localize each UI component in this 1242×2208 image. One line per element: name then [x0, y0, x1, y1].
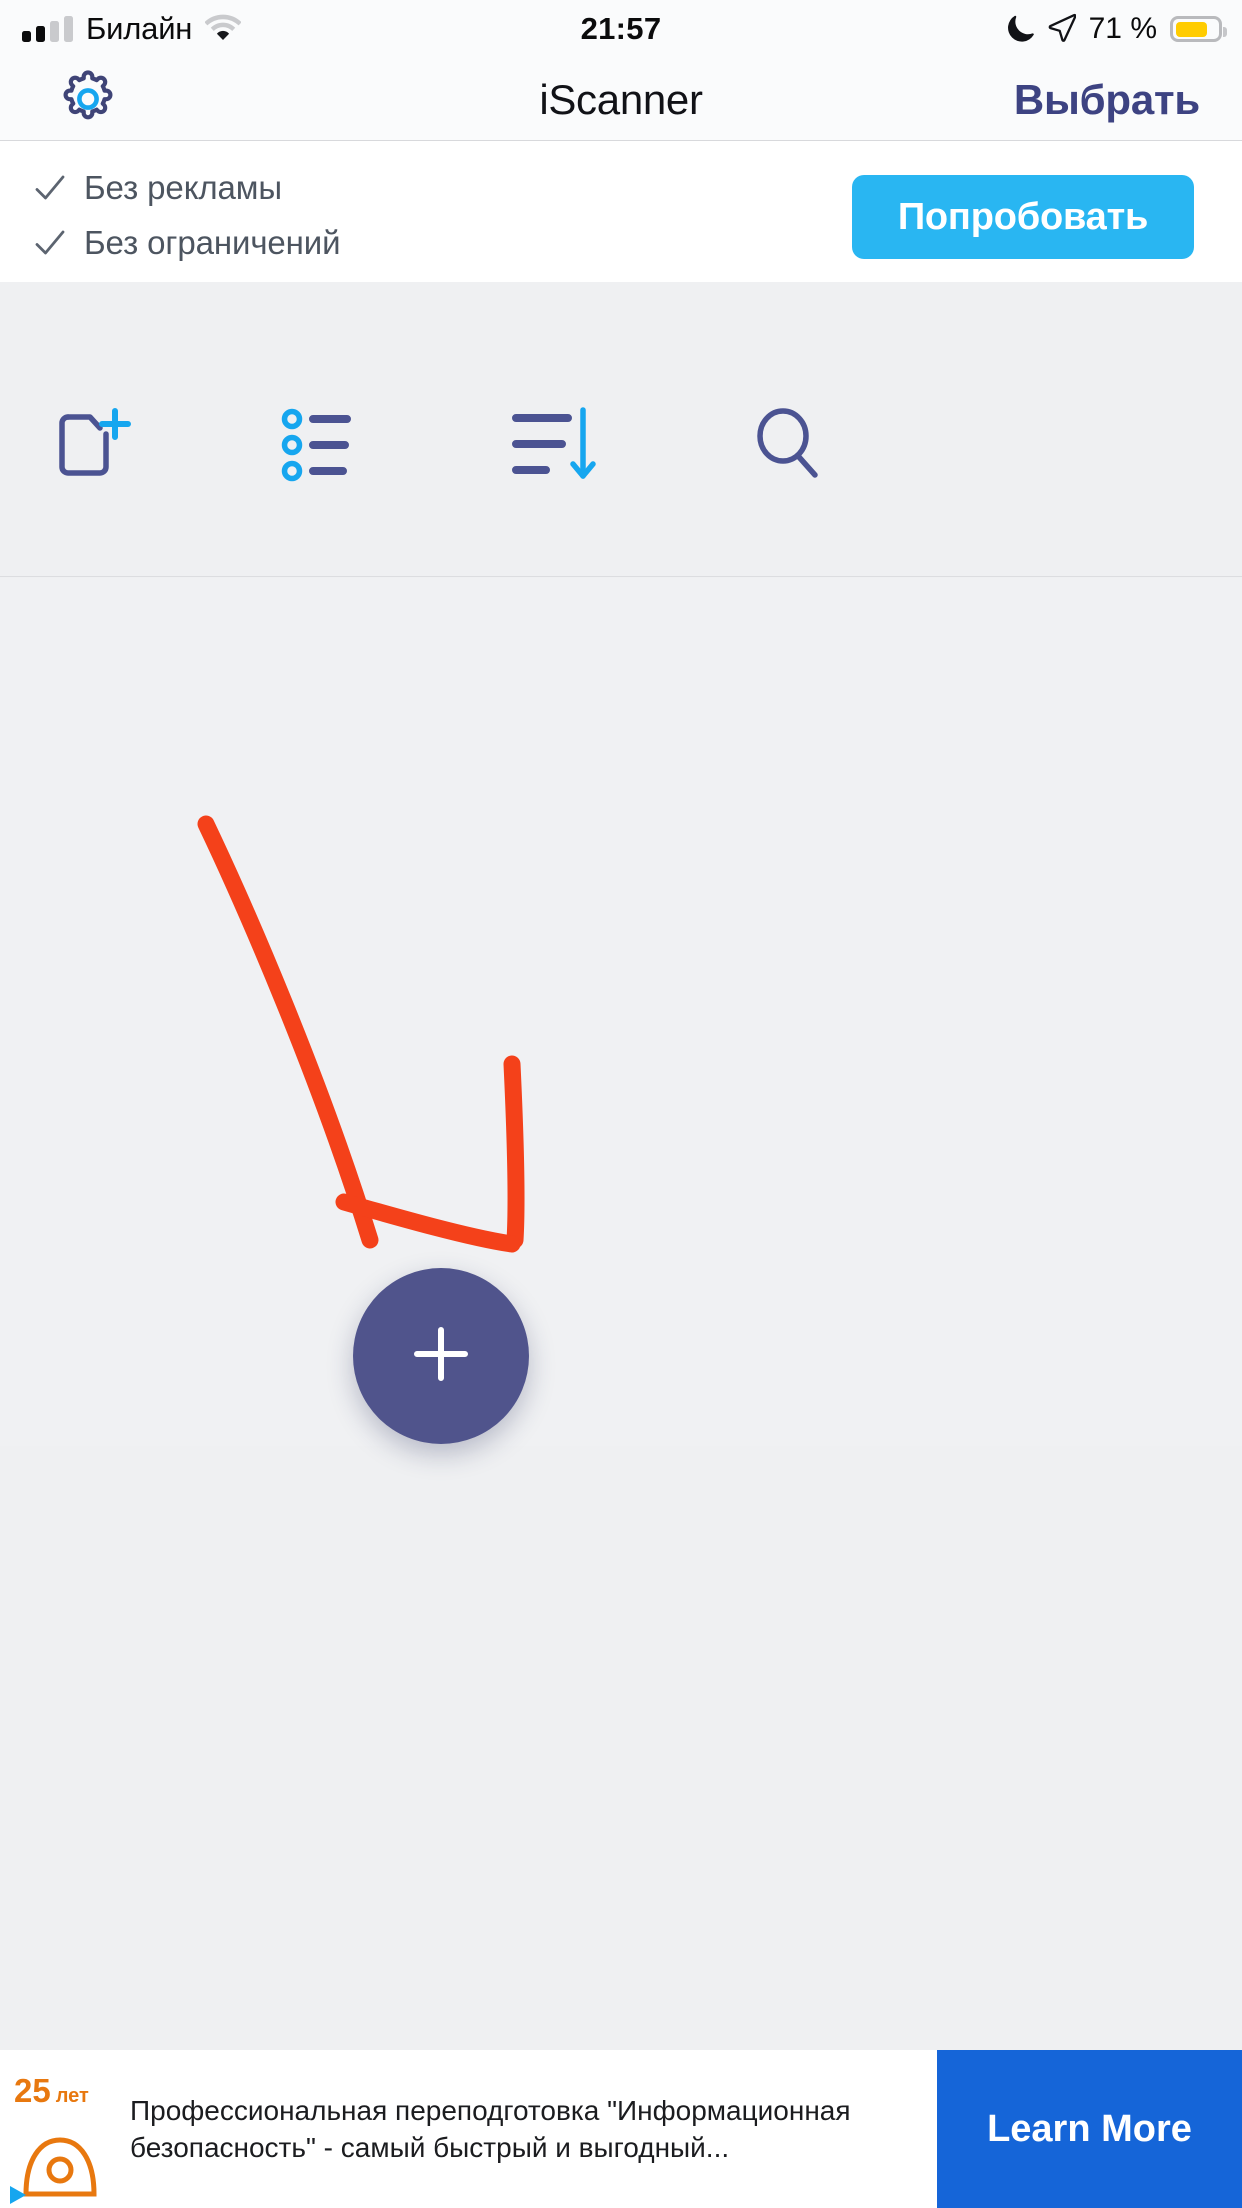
advertiser-logo: 25 лет: [0, 2050, 128, 2208]
list-view-icon: [281, 407, 367, 488]
ad-text-container: Профессиональная переподготовка "Информа…: [128, 2050, 937, 2208]
battery-icon: [1170, 16, 1227, 42]
app-screen: Билайн 21:57 71 % iScanner Выбрать Без р…: [0, 0, 1242, 2208]
ad-text: Профессиональная переподготовка "Информа…: [130, 2094, 851, 2163]
add-document-fab[interactable]: [353, 1268, 529, 1444]
try-premium-button[interactable]: Попробовать: [852, 175, 1194, 259]
document-toolbar: [0, 282, 1242, 577]
ad-banner[interactable]: 25 лет Профессиональная переподготовка "…: [0, 2050, 1242, 2208]
search-icon: [749, 405, 829, 490]
sort-icon: [510, 406, 602, 489]
moon-icon: [1007, 12, 1035, 47]
status-bar-right: 71 %: [1007, 0, 1227, 58]
premium-promo-banner: Без рекламы Без ограничений Попробовать: [0, 141, 1242, 282]
plus-icon: [408, 1321, 474, 1392]
status-bar: Билайн 21:57 71 %: [0, 0, 1242, 58]
list-view-button[interactable]: [259, 397, 389, 497]
new-folder-button[interactable]: [26, 397, 156, 497]
navigation-bar: iScanner Выбрать: [0, 58, 1242, 141]
search-button[interactable]: [724, 397, 854, 497]
battery-percent-label: 71 %: [1088, 12, 1157, 45]
sort-button[interactable]: [491, 397, 621, 497]
promo-feature-list: Без рекламы Без ограничений: [34, 169, 341, 262]
location-arrow-icon: [1048, 12, 1077, 47]
list-item: Без ограничений: [34, 224, 341, 262]
new-folder-icon: [46, 403, 136, 492]
document-list[interactable]: [0, 578, 1242, 1446]
ad-logo-suffix: лет: [55, 2085, 89, 2107]
check-icon: [34, 227, 66, 259]
ad-logo-text: 25 лет: [14, 2072, 89, 2110]
promo-feature-label: Без рекламы: [84, 169, 283, 206]
ad-logo-number: 25: [14, 2072, 51, 2109]
ad-learn-more-button[interactable]: Learn More: [937, 2050, 1242, 2208]
list-item: Без рекламы: [34, 169, 340, 207]
check-icon: [34, 172, 66, 204]
select-button[interactable]: Выбрать: [1014, 58, 1200, 141]
promo-feature-label: Без ограничений: [84, 224, 341, 261]
